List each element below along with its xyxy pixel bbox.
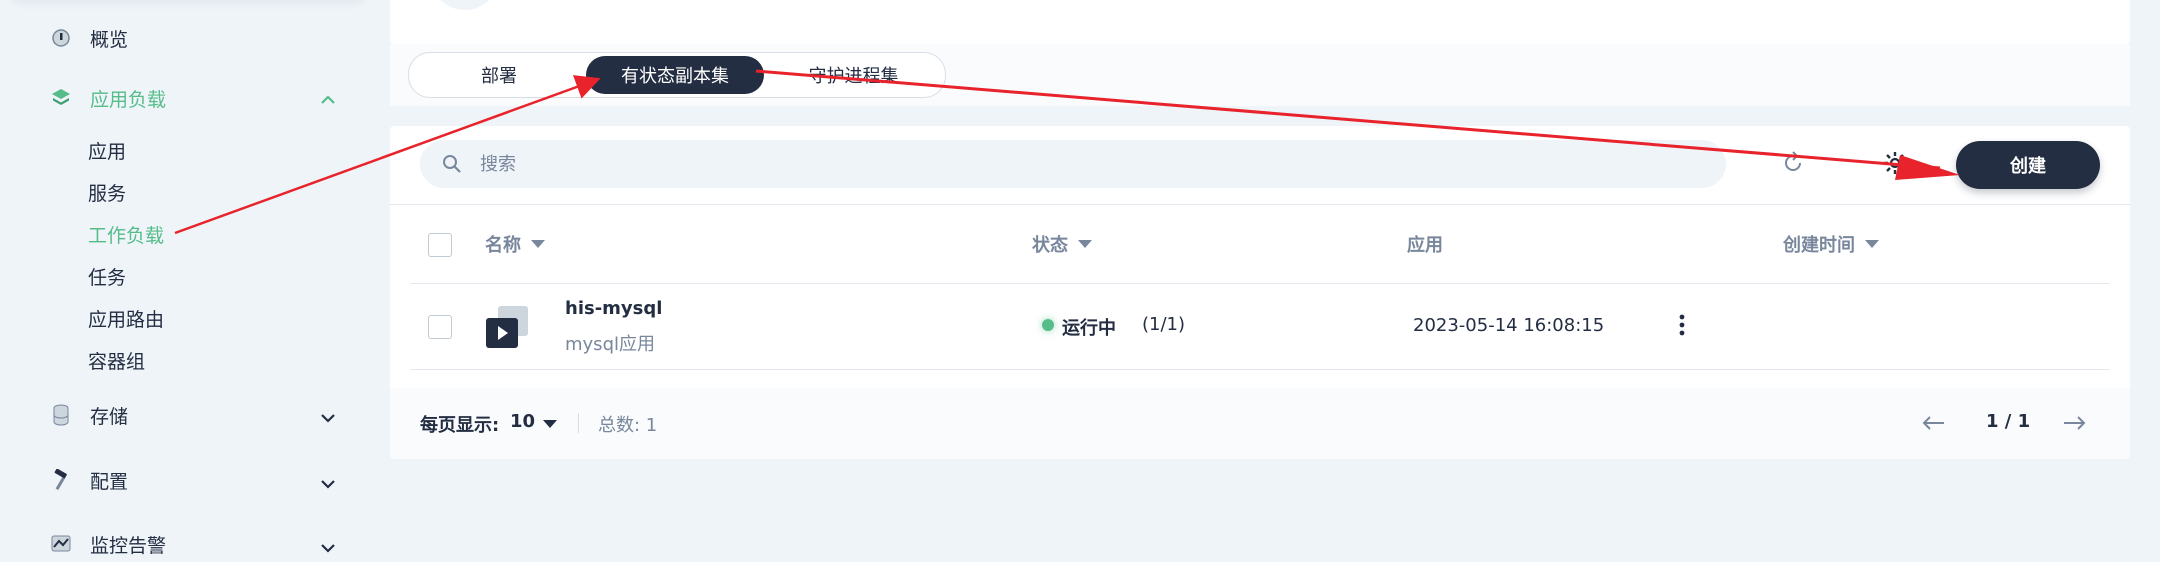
column-created[interactable]: 创建时间: [1783, 205, 1879, 283]
statefulset-icon: [486, 306, 528, 348]
sidebar-group-config[interactable]: 配置: [50, 462, 128, 498]
tab-statefulsets[interactable]: 有状态副本集: [586, 56, 764, 94]
chart-icon: [50, 533, 72, 555]
sidebar-group-label: 监控告警: [90, 534, 167, 557]
sort-caret-icon[interactable]: [531, 240, 545, 248]
sort-caret-icon[interactable]: [1865, 240, 1879, 248]
resource-description: mysql应用: [565, 334, 655, 355]
table-row[interactable]: his-mysql mysql应用 运行中 (1/1) 2023-05-14 1…: [410, 284, 2110, 370]
pagination-bar: 每页显示: 10 总数: 1 1 / 1: [390, 388, 2130, 459]
sidebar-group-label: 应用负载: [90, 88, 167, 111]
database-icon: [50, 404, 72, 426]
arrow-left-icon[interactable]: [1920, 411, 1946, 435]
total-count: 总数: 1: [598, 415, 658, 436]
arrow-right-icon[interactable]: [2062, 411, 2088, 435]
sidebar-item-jobs[interactable]: 任务: [88, 260, 126, 292]
column-name[interactable]: 名称: [485, 205, 545, 283]
created-time: 2023-05-14 16:08:15: [1413, 315, 1605, 336]
sidebar-group-label: 配置: [90, 470, 129, 493]
sidebar-group-monitoring[interactable]: 监控告警: [50, 526, 166, 562]
more-icon[interactable]: [1672, 312, 1692, 338]
sort-caret-icon[interactable]: [1078, 240, 1092, 248]
search-icon: [443, 155, 461, 173]
sidebar-item-ingresses[interactable]: 应用路由: [88, 302, 164, 334]
toolbar: 创建: [390, 126, 2130, 205]
tab-daemonsets[interactable]: 守护进程集: [766, 56, 941, 94]
column-status[interactable]: 状态: [1032, 205, 1092, 283]
table-header: 名称 状态 应用 创建时间: [410, 205, 2110, 284]
sidebar-item-pods[interactable]: 容器组: [88, 344, 145, 376]
workload-type-tabs: 部署 有状态副本集 守护进程集: [408, 52, 946, 98]
caret-down-icon[interactable]: [543, 420, 557, 428]
dashboard-icon: [50, 27, 72, 49]
per-page-select[interactable]: 10: [510, 411, 535, 432]
refresh-icon[interactable]: [1780, 150, 1806, 176]
workload-list: 创建 名称 状态 应用 创建时间 his-mysql mysql应用 运行中 (…: [390, 126, 2130, 459]
sidebar: 概览 应用负载 应用 服务 工作负载 任务 应用路由 容器组 存储 配置 监控告…: [0, 0, 375, 557]
replica-count: (1/1): [1142, 314, 1186, 335]
status-dot-icon: [1042, 319, 1054, 331]
column-app: 应用: [1407, 235, 1443, 256]
layers-icon: [50, 87, 72, 109]
tab-deployments[interactable]: 部署: [414, 56, 584, 94]
sidebar-item-workloads[interactable]: 工作负载: [88, 218, 164, 250]
page-indicator: 1 / 1: [1986, 411, 2031, 432]
banner-icon: [430, 0, 500, 10]
select-all-checkbox[interactable]: [428, 233, 452, 257]
sidebar-group-storage[interactable]: 存储: [50, 397, 128, 433]
sidebar-group-label: 存储: [90, 405, 129, 428]
search-bar[interactable]: [420, 140, 1726, 188]
gear-icon[interactable]: [1882, 150, 1908, 176]
chevron-down-icon[interactable]: [318, 408, 338, 428]
chevron-up-icon[interactable]: [318, 90, 338, 110]
sidebar-item-apps[interactable]: 应用: [88, 134, 126, 166]
per-page-label: 每页显示:: [420, 415, 500, 436]
chevron-down-icon[interactable]: [318, 538, 338, 558]
row-checkbox[interactable]: [428, 315, 452, 339]
create-button[interactable]: 创建: [1956, 141, 2100, 189]
divider: [578, 413, 579, 433]
sidebar-group-workloads[interactable]: 应用负载: [50, 80, 166, 116]
resource-name[interactable]: his-mysql: [565, 298, 662, 319]
sidebar-item-label: 概览: [90, 28, 129, 51]
search-input[interactable]: [478, 152, 1682, 176]
sidebar-item-overview[interactable]: 概览: [50, 20, 128, 56]
sidebar-item-services[interactable]: 服务: [88, 176, 126, 208]
hammer-icon: [50, 469, 72, 491]
chevron-down-icon[interactable]: [318, 474, 338, 494]
status-text: 运行中: [1062, 318, 1116, 339]
banner-card: [390, 0, 2130, 44]
